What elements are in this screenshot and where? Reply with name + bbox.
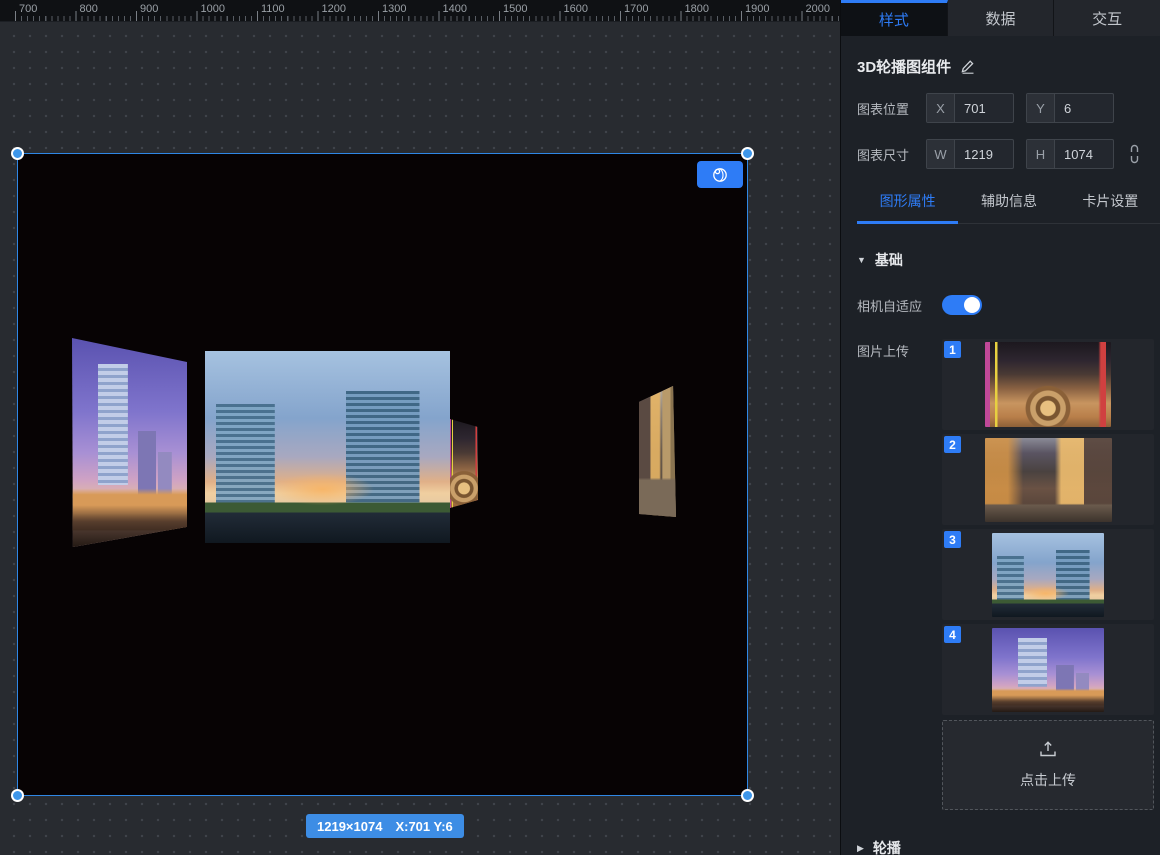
resize-handle-sw[interactable] bbox=[11, 789, 24, 802]
size-h-input[interactable]: H 1074 bbox=[1026, 139, 1114, 169]
carousel-image-street-strip bbox=[639, 386, 676, 517]
upload-button[interactable]: 点击上传 bbox=[942, 720, 1154, 810]
tab-style[interactable]: 样式 bbox=[841, 0, 948, 36]
subtab-graphic-properties[interactable]: 图形属性 bbox=[857, 191, 958, 223]
properties-panel: 样式 数据 交互 3D轮播图组件 图表位置 X 701 bbox=[840, 0, 1160, 855]
subtab-auxiliary-info[interactable]: 辅助信息 bbox=[958, 191, 1059, 223]
chart-position-label: 图表位置 bbox=[857, 99, 926, 118]
size-w-value[interactable]: 1219 bbox=[955, 147, 1013, 162]
tab-interaction[interactable]: 交互 bbox=[1054, 0, 1160, 36]
thumbnail-list: 1 2 3 4 bbox=[942, 339, 1154, 810]
toggle-knob bbox=[964, 297, 980, 313]
ruler-label: 1800 bbox=[685, 3, 746, 15]
thumbnail-index-badge: 1 bbox=[944, 341, 961, 358]
camera-adaptive-row: 相机自适应 bbox=[857, 294, 1160, 315]
thumbnail-image-purple-tower bbox=[992, 628, 1104, 712]
ruler-label: 1900 bbox=[745, 3, 806, 15]
thumbnail-item-2[interactable]: 2 bbox=[942, 434, 1154, 525]
camera-adaptive-label: 相机自适应 bbox=[857, 294, 942, 315]
size-h-key: H bbox=[1027, 140, 1055, 168]
thumbnail-index-badge: 4 bbox=[944, 626, 961, 643]
panel-tabbar: 样式 数据 交互 bbox=[841, 0, 1160, 36]
carousel-section-label: 轮播 bbox=[873, 838, 901, 855]
position-y-input[interactable]: Y 6 bbox=[1026, 93, 1114, 123]
carousel-section-header[interactable]: ▶ 轮播 bbox=[857, 838, 1160, 855]
ruler-label: 800 bbox=[80, 3, 141, 15]
carousel-image-glass-towers bbox=[205, 351, 450, 543]
ruler-label: 1600 bbox=[564, 3, 625, 15]
camera-orbit-button[interactable] bbox=[697, 161, 743, 188]
carousel-image-mall-sliver bbox=[450, 419, 478, 508]
ruler-labels: 700 800 900 1000 1100 1200 1300 1400 150… bbox=[19, 3, 866, 15]
ruler-label: 1200 bbox=[322, 3, 383, 15]
position-y-key: Y bbox=[1027, 94, 1055, 122]
chart-size-label: 图表尺寸 bbox=[857, 145, 926, 164]
ruler-label: 900 bbox=[140, 3, 201, 15]
subtab-card-settings[interactable]: 卡片设置 bbox=[1060, 191, 1160, 223]
ruler-label: 700 bbox=[19, 3, 80, 15]
ruler-label: 1400 bbox=[443, 3, 504, 15]
size-h-value[interactable]: 1074 bbox=[1055, 147, 1113, 162]
image-upload-label: 图片上传 bbox=[857, 339, 942, 810]
image-upload-row: 图片上传 1 2 3 4 bbox=[857, 339, 1160, 810]
ruler-label: 1100 bbox=[261, 3, 322, 15]
thumbnail-image-mall bbox=[985, 342, 1111, 427]
expand-triangle-icon: ▶ bbox=[857, 843, 864, 854]
editor-window: 700 800 900 1000 1100 1200 1300 1400 150… bbox=[0, 0, 1160, 855]
component-title-row: 3D轮播图组件 bbox=[857, 56, 1160, 77]
ruler-label: 1000 bbox=[201, 3, 262, 15]
chart-position-row: 图表位置 X 701 Y 6 bbox=[857, 93, 1160, 123]
position-x-input[interactable]: X 701 bbox=[926, 93, 1014, 123]
property-subtabs: 图形属性 辅助信息 卡片设置 bbox=[857, 191, 1160, 224]
camera-orbit-icon bbox=[711, 166, 729, 184]
thumbnail-item-3[interactable]: 3 bbox=[942, 529, 1154, 620]
position-x-value[interactable]: 701 bbox=[955, 101, 1013, 116]
selection-position-text: X:701 Y:6 bbox=[395, 819, 452, 834]
ruler-label: 1700 bbox=[624, 3, 685, 15]
upload-button-label: 点击上传 bbox=[1020, 770, 1076, 790]
thumbnail-image-glass-towers bbox=[992, 533, 1104, 617]
horizontal-ruler: 700 800 900 1000 1100 1200 1300 1400 150… bbox=[0, 0, 840, 22]
thumbnail-index-badge: 2 bbox=[944, 436, 961, 453]
selection-size-chip: 1219×1074 X:701 Y:6 bbox=[306, 814, 464, 838]
camera-adaptive-toggle[interactable] bbox=[942, 295, 982, 315]
position-x-key: X bbox=[927, 94, 955, 122]
upload-icon bbox=[1038, 740, 1058, 758]
edit-title-icon[interactable] bbox=[960, 59, 975, 74]
resize-handle-ne[interactable] bbox=[741, 147, 754, 160]
tab-data[interactable]: 数据 bbox=[948, 0, 1055, 36]
ruler-label: 1500 bbox=[503, 3, 564, 15]
size-w-key: W bbox=[927, 140, 955, 168]
aspect-link-icon[interactable] bbox=[1128, 143, 1141, 165]
thumbnail-image-street bbox=[985, 438, 1112, 522]
selection-size-text: 1219×1074 bbox=[317, 819, 382, 834]
carousel-image-purple-tower bbox=[72, 338, 187, 547]
size-w-input[interactable]: W 1219 bbox=[926, 139, 1014, 169]
design-stage: 700 800 900 1000 1100 1200 1300 1400 150… bbox=[0, 0, 840, 855]
thumbnail-item-1[interactable]: 1 bbox=[942, 339, 1154, 430]
basic-section-label: 基础 bbox=[875, 250, 903, 270]
thumbnail-index-badge: 3 bbox=[944, 531, 961, 548]
basic-section-header[interactable]: ▼ 基础 bbox=[857, 250, 1160, 270]
editor-canvas[interactable]: 1219×1074 X:701 Y:6 bbox=[0, 22, 840, 855]
position-y-value[interactable]: 6 bbox=[1055, 101, 1113, 116]
chart-size-row: 图表尺寸 W 1219 H 1074 bbox=[857, 139, 1160, 169]
collapse-triangle-icon: ▼ bbox=[857, 255, 866, 265]
panel-body: 3D轮播图组件 图表位置 X 701 Y 6 bbox=[841, 56, 1160, 855]
resize-handle-se[interactable] bbox=[741, 789, 754, 802]
carousel-3d-component[interactable] bbox=[17, 153, 748, 796]
resize-handle-nw[interactable] bbox=[11, 147, 24, 160]
component-title: 3D轮播图组件 bbox=[857, 56, 951, 77]
thumbnail-item-4[interactable]: 4 bbox=[942, 624, 1154, 715]
ruler-label: 1300 bbox=[382, 3, 443, 15]
